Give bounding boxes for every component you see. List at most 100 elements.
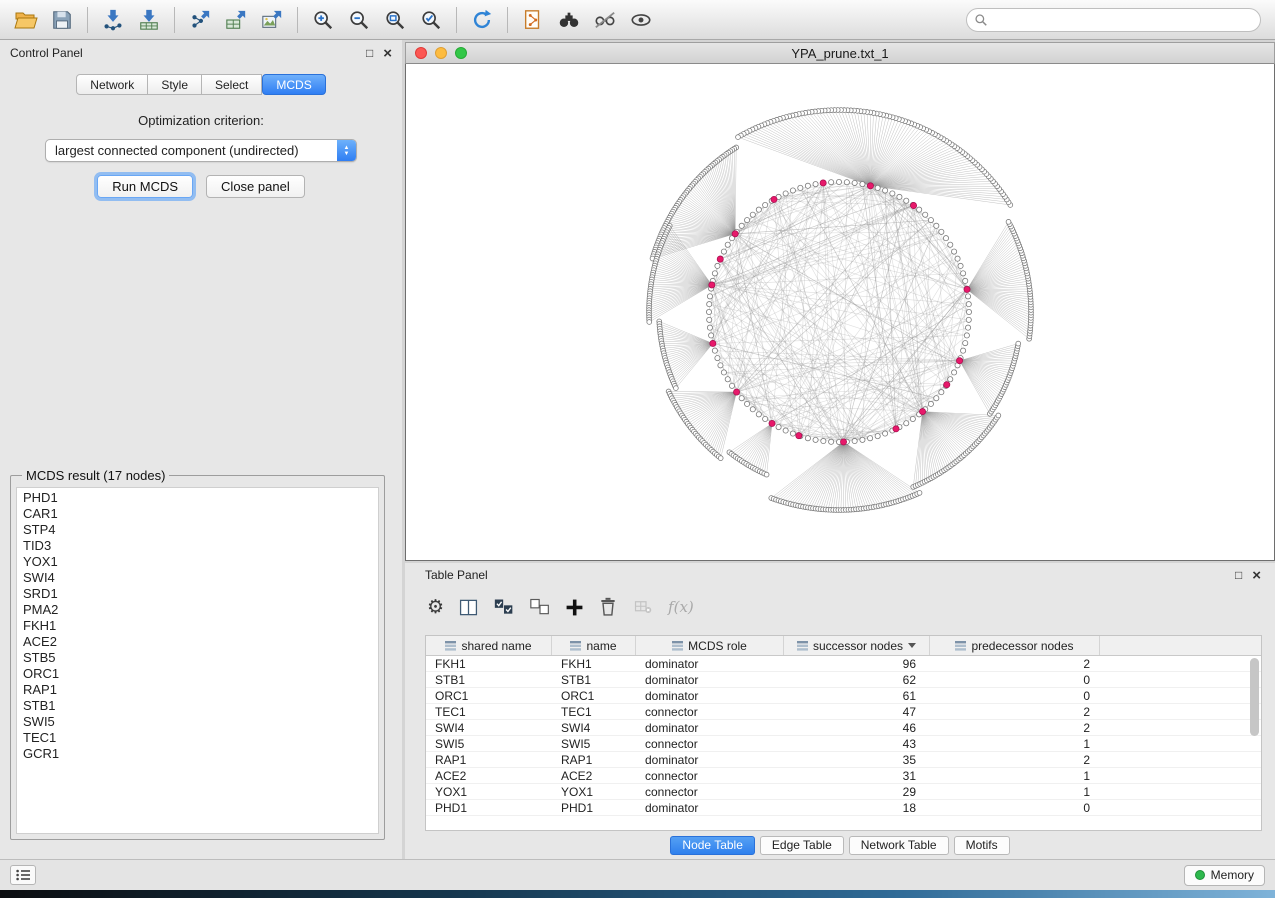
function-builder-icon: f(x) (668, 598, 694, 616)
mcds-result-item[interactable]: CAR1 (17, 506, 378, 522)
zoom-in-icon[interactable] (305, 4, 341, 36)
table-row[interactable]: PHD1PHD1dominator180 (426, 800, 1261, 816)
table-row[interactable]: SWI4SWI4dominator462 (426, 720, 1261, 736)
table-row[interactable]: ORC1ORC1dominator610 (426, 688, 1261, 704)
network-graph-svg[interactable] (406, 64, 1274, 560)
tab-network[interactable]: Network (76, 74, 148, 95)
table-row[interactable]: RAP1RAP1dominator352 (426, 752, 1261, 768)
zoom-selected-icon[interactable] (413, 4, 449, 36)
table-cell: dominator (636, 721, 784, 735)
table-scrollbar-thumb[interactable] (1250, 658, 1259, 736)
table-cell: TEC1 (552, 705, 636, 719)
column-header-successor-nodes[interactable]: successor nodes (784, 636, 930, 655)
table-row[interactable]: FKH1FKH1dominator962 (426, 656, 1261, 672)
toolbar-search-field[interactable] (966, 8, 1261, 32)
close-panel-button[interactable]: Close panel (206, 175, 305, 198)
tab-select[interactable]: Select (202, 74, 262, 95)
table-settings-gear-icon[interactable]: ⚙ (427, 594, 444, 620)
table-cell: 2 (930, 753, 1100, 767)
close-table-panel-icon[interactable]: × (1252, 568, 1261, 583)
mcds-result-item[interactable]: RAP1 (17, 682, 378, 698)
task-history-button[interactable] (10, 865, 36, 885)
export-image-icon[interactable] (254, 4, 290, 36)
criterion-select[interactable]: largest connected component (undirected)… (45, 139, 357, 162)
mcds-result-item[interactable]: SWI5 (17, 714, 378, 730)
column-type-icon (797, 641, 808, 651)
table-cell: FKH1 (552, 657, 636, 671)
show-details-eye-icon[interactable] (623, 4, 659, 36)
mcds-result-group: MCDS result (17 nodes) PHD1CAR1STP4TID3Y… (10, 468, 385, 840)
table-row[interactable]: TEC1TEC1connector472 (426, 704, 1261, 720)
select-all-icon[interactable] (493, 594, 515, 620)
export-table-icon[interactable] (218, 4, 254, 36)
mcds-result-item[interactable]: TID3 (17, 538, 378, 554)
zoom-fit-icon[interactable] (377, 4, 413, 36)
tab-motifs[interactable]: Motifs (954, 836, 1010, 855)
table-cell: PHD1 (552, 801, 636, 815)
export-network-icon[interactable] (182, 4, 218, 36)
show-columns-icon[interactable] (458, 594, 479, 620)
column-header-predecessor-nodes[interactable]: predecessor nodes (930, 636, 1100, 655)
table-row[interactable]: STB1STB1dominator620 (426, 672, 1261, 688)
mcds-result-item[interactable]: FKH1 (17, 618, 378, 634)
search-input[interactable] (988, 10, 1260, 30)
import-table-icon[interactable] (131, 4, 167, 36)
column-header-name[interactable]: name (552, 636, 636, 655)
clone-network-icon[interactable] (515, 4, 551, 36)
search-icon (974, 13, 988, 27)
column-header-mcds-role[interactable]: MCDS role (636, 636, 784, 655)
table-row[interactable]: SWI5SWI5connector431 (426, 736, 1261, 752)
column-header-shared-name[interactable]: shared name (426, 636, 552, 655)
tab-network-table[interactable]: Network Table (849, 836, 949, 855)
close-panel-icon[interactable]: × (383, 46, 392, 61)
mcds-result-item[interactable]: STB5 (17, 650, 378, 666)
table-cell: SWI4 (552, 721, 636, 735)
deselect-all-icon[interactable] (529, 594, 551, 620)
mcds-result-item[interactable]: SRD1 (17, 586, 378, 602)
mcds-result-item[interactable]: SWI4 (17, 570, 378, 586)
column-type-icon (955, 641, 966, 651)
mcds-result-item[interactable]: YOX1 (17, 554, 378, 570)
delete-column-icon[interactable] (598, 594, 618, 620)
open-session-icon[interactable] (8, 4, 44, 36)
network-canvas[interactable] (405, 64, 1275, 561)
memory-button[interactable]: Memory (1184, 865, 1265, 886)
table-cell: 18 (784, 801, 930, 815)
mcds-result-item[interactable]: GCR1 (17, 746, 378, 762)
find-binoculars-icon[interactable] (551, 4, 587, 36)
float-panel-icon[interactable]: □ (366, 47, 373, 59)
run-mcds-button[interactable]: Run MCDS (97, 175, 193, 198)
mcds-result-item[interactable]: TEC1 (17, 730, 378, 746)
table-cell: 0 (930, 673, 1100, 687)
mcds-result-item[interactable]: STB1 (17, 698, 378, 714)
zoom-out-icon[interactable] (341, 4, 377, 36)
tab-node-table[interactable]: Node Table (670, 836, 755, 855)
add-column-icon[interactable] (565, 594, 584, 620)
table-cell: 46 (784, 721, 930, 735)
tab-style[interactable]: Style (148, 74, 202, 95)
table-row[interactable]: YOX1YOX1connector291 (426, 784, 1261, 800)
control-panel-tabs: Network Style Select MCDS (0, 74, 402, 95)
mcds-result-list[interactable]: PHD1CAR1STP4TID3YOX1SWI4SRD1PMA2FKH1ACE2… (16, 487, 379, 834)
mcds-result-item[interactable]: ACE2 (17, 634, 378, 650)
mcds-result-item[interactable]: ORC1 (17, 666, 378, 682)
table-cell: 29 (784, 785, 930, 799)
table-row[interactable]: ACE2ACE2connector311 (426, 768, 1261, 784)
table-panel-title: Table Panel (425, 568, 488, 582)
tab-edge-table[interactable]: Edge Table (760, 836, 844, 855)
mcds-result-item[interactable]: STP4 (17, 522, 378, 538)
table-cell: 62 (784, 673, 930, 687)
table-cell: 35 (784, 753, 930, 767)
table-scrollbar[interactable] (1250, 658, 1259, 826)
hide-details-glasses-icon[interactable] (587, 4, 623, 36)
tab-mcds[interactable]: MCDS (262, 74, 325, 95)
column-type-icon (445, 641, 456, 651)
network-window-titlebar[interactable]: YPA_prune.txt_1 (405, 42, 1275, 64)
mcds-result-item[interactable]: PHD1 (17, 490, 378, 506)
mcds-result-item[interactable]: PMA2 (17, 602, 378, 618)
save-session-icon[interactable] (44, 4, 80, 36)
float-table-panel-icon[interactable]: □ (1235, 569, 1242, 581)
import-network-icon[interactable] (95, 4, 131, 36)
refresh-view-icon[interactable] (464, 4, 500, 36)
table-cell: 43 (784, 737, 930, 751)
